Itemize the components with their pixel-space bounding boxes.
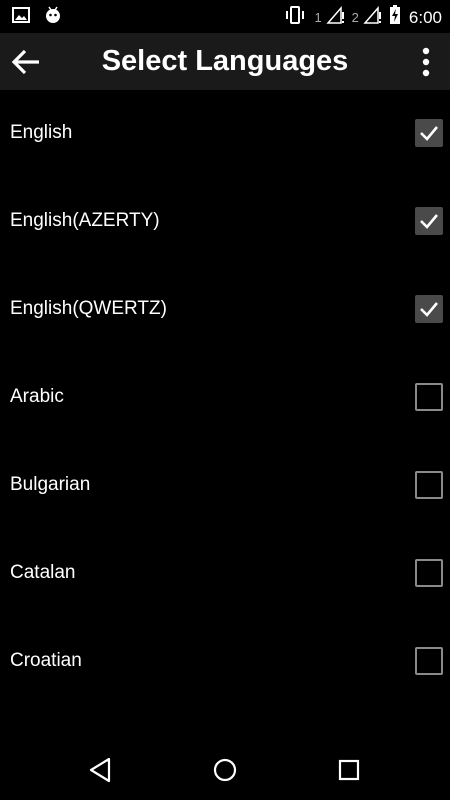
language-checkbox[interactable] <box>415 119 443 147</box>
signal-sim1-icon <box>326 5 344 29</box>
language-label: Bulgarian <box>10 474 91 495</box>
check-icon <box>420 302 438 317</box>
language-row-bulgarian[interactable]: Bulgarian <box>0 442 450 530</box>
check-icon <box>420 126 438 141</box>
language-checkbox[interactable] <box>415 207 443 235</box>
language-row-arabic[interactable]: Arabic <box>0 354 450 442</box>
nav-home-button[interactable] <box>209 754 241 786</box>
check-icon <box>420 214 438 229</box>
system-nav-bar <box>0 738 450 800</box>
signal-sim2-icon <box>363 5 381 29</box>
sim1-label: 1 <box>314 10 322 25</box>
page-title: Select Languages <box>101 45 349 77</box>
language-checkbox[interactable] <box>415 471 443 499</box>
battery-charging-icon <box>389 5 401 30</box>
nav-recents-icon <box>338 759 360 781</box>
language-row-english-azerty[interactable]: English(AZERTY) <box>0 178 450 266</box>
language-list: English English(AZERTY) English(QWERTZ) … <box>0 90 450 706</box>
nav-recents-button[interactable] <box>333 754 365 786</box>
language-label: Arabic <box>10 386 64 407</box>
nav-back-button[interactable] <box>84 754 116 786</box>
language-label: Croatian <box>10 650 82 671</box>
language-checkbox[interactable] <box>415 295 443 323</box>
app-bar: Select Languages <box>0 33 450 90</box>
language-checkbox[interactable] <box>415 647 443 675</box>
language-label: English <box>10 122 73 143</box>
android-icon <box>44 6 62 29</box>
overflow-menu-button[interactable] <box>412 44 440 80</box>
vibrate-icon <box>284 5 306 30</box>
language-label: English(QWERTZ) <box>10 298 167 319</box>
language-row-english-qwertz[interactable]: English(QWERTZ) <box>0 266 450 354</box>
language-label: English(AZERTY) <box>10 210 160 231</box>
language-row-croatian[interactable]: Croatian <box>0 618 450 706</box>
language-checkbox[interactable] <box>415 559 443 587</box>
language-label: Catalan <box>10 562 76 583</box>
nav-back-icon <box>89 757 111 783</box>
language-row-catalan[interactable]: Catalan <box>0 530 450 618</box>
language-row-english[interactable]: English <box>0 90 450 178</box>
language-checkbox[interactable] <box>415 383 443 411</box>
nav-home-icon <box>213 758 237 782</box>
status-bar: 1 2 6:00 <box>0 0 450 33</box>
more-vert-icon <box>422 47 430 77</box>
status-bar-indicators: 1 2 6:00 <box>284 5 442 30</box>
status-bar-notifications <box>12 6 62 29</box>
image-icon <box>12 6 30 29</box>
status-time: 6:00 <box>408 7 442 27</box>
sim2-label: 2 <box>351 10 359 25</box>
